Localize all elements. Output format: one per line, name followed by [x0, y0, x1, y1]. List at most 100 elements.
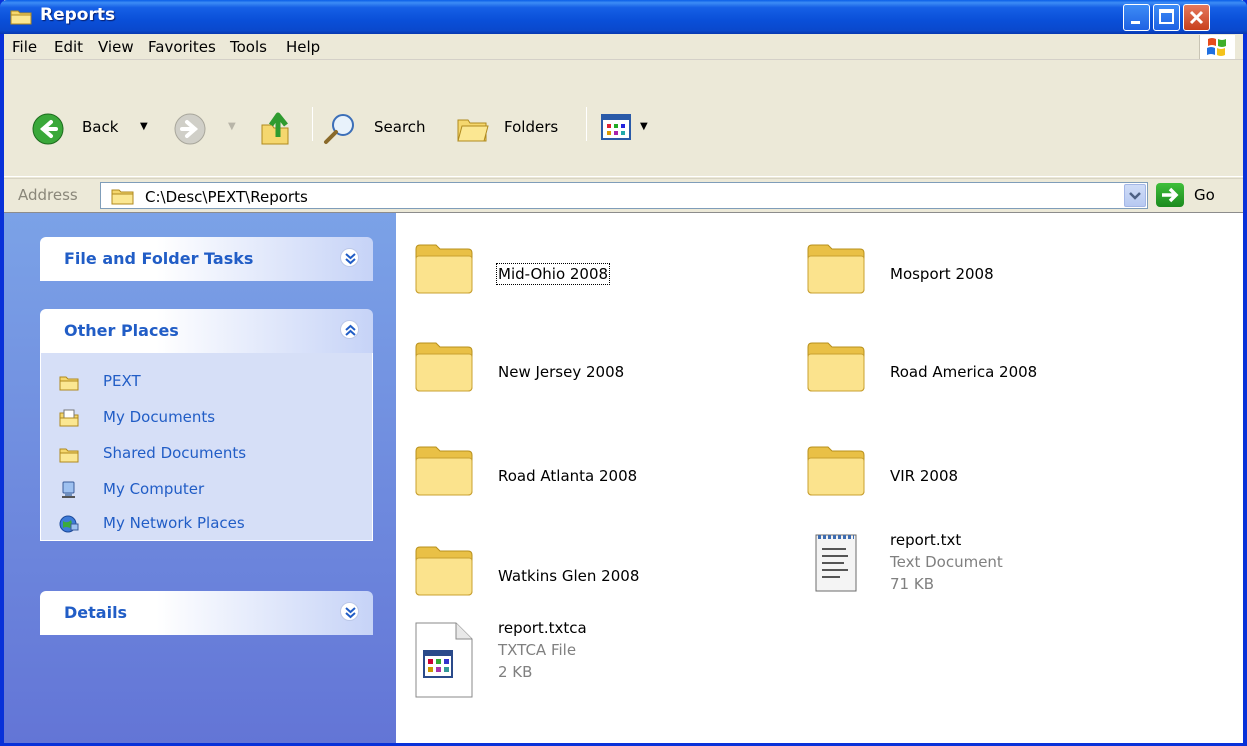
- file-name: Mid-Ohio 2008: [495, 263, 611, 285]
- address-path: C:\Desc\PEXT\Reports: [145, 188, 308, 206]
- address-bar: Address C:\Desc\PEXT\Reports Go: [4, 178, 1243, 212]
- back-dropdown-icon[interactable]: ▼: [140, 121, 148, 132]
- folder-icon: [415, 546, 473, 596]
- windows-logo: [1199, 35, 1235, 59]
- folders-icon: [457, 119, 489, 142]
- forward-dropdown-icon[interactable]: ▼: [228, 121, 236, 132]
- windows-flag-icon: [1207, 38, 1226, 56]
- double-chevron-down-icon: [345, 607, 356, 619]
- folder-icon: [415, 342, 473, 392]
- network-icon: [59, 515, 79, 533]
- menu-help[interactable]: Help: [286, 38, 320, 56]
- file-item[interactable]: report.txt Text Document 71 KB: [804, 531, 1124, 607]
- details-header[interactable]: Details: [40, 591, 373, 635]
- close-icon: [1189, 10, 1204, 25]
- folder-item[interactable]: Road Atlanta 2008: [412, 437, 732, 507]
- task-pane: File and Folder Tasks Other Places PEXT: [4, 213, 396, 743]
- panel-title: Details: [64, 603, 128, 622]
- menu-tools[interactable]: Tools: [230, 38, 267, 56]
- file-item[interactable]: report.txtca TXTCA File 2 KB: [412, 619, 732, 703]
- toolbar-separator: [312, 107, 313, 141]
- place-label: My Computer: [103, 480, 205, 498]
- go-button[interactable]: [1156, 183, 1184, 207]
- minimize-button[interactable]: [1123, 4, 1150, 31]
- close-button[interactable]: [1183, 4, 1210, 31]
- go-label[interactable]: Go: [1194, 186, 1215, 204]
- file-name: Road America 2008: [890, 363, 1038, 381]
- collapse-chevron-icon[interactable]: [340, 320, 359, 339]
- expand-chevron-icon[interactable]: [340, 248, 359, 267]
- panel-title: File and Folder Tasks: [64, 249, 254, 268]
- other-places-list: PEXT My Documents Shared Documents My Co…: [40, 353, 373, 541]
- folder-icon: [59, 376, 79, 391]
- folders-label: Folders: [504, 118, 559, 136]
- address-field[interactable]: C:\Desc\PEXT\Reports: [100, 182, 1148, 209]
- maximize-icon: [1159, 9, 1174, 24]
- file-type: Text Document: [890, 553, 1003, 571]
- back-label: Back: [82, 118, 119, 136]
- views-dropdown-icon[interactable]: ▼: [640, 121, 648, 132]
- search-button[interactable]: Search: [322, 111, 442, 147]
- folder-item[interactable]: Watkins Glen 2008: [412, 537, 732, 607]
- file-size: 71 KB: [890, 575, 934, 593]
- other-places-header[interactable]: Other Places: [40, 309, 373, 353]
- folder-icon: [807, 244, 865, 294]
- minimize-icon: [1131, 21, 1140, 24]
- my-documents-icon: [59, 409, 79, 427]
- views-icon: [601, 114, 631, 140]
- folder-icon: [415, 446, 473, 496]
- panel-title: Other Places: [64, 321, 179, 340]
- folder-item[interactable]: VIR 2008: [804, 437, 1124, 507]
- toolbar-row: Back ▼ ▼ Search Folders ▼: [4, 61, 1243, 177]
- menu-bar: File Edit View Favorites Tools Help: [4, 34, 1243, 60]
- forward-button[interactable]: ▼: [172, 111, 242, 147]
- folder-item[interactable]: New Jersey 2008: [412, 333, 732, 403]
- up-folder-icon: [261, 112, 289, 145]
- file-name: New Jersey 2008: [498, 363, 625, 381]
- folder-icon: [59, 448, 79, 463]
- menu-favorites[interactable]: Favorites: [148, 38, 216, 56]
- text-document-icon: [815, 534, 857, 592]
- file-size: 2 KB: [498, 663, 533, 681]
- expand-chevron-icon[interactable]: [340, 602, 359, 621]
- explorer-window: Reports File Edit View Favorites Tools H…: [0, 0, 1247, 746]
- folder-icon: [111, 189, 134, 205]
- go-arrow-icon: [1162, 187, 1179, 203]
- address-label: Address: [18, 186, 78, 204]
- file-name: report.txt: [890, 531, 962, 549]
- address-dropdown-button[interactable]: [1124, 184, 1146, 207]
- back-button[interactable]: Back ▼: [30, 111, 166, 147]
- main-area: File and Folder Tasks Other Places PEXT: [4, 212, 1243, 743]
- menu-view[interactable]: View: [98, 38, 134, 56]
- folders-button[interactable]: Folders: [454, 111, 574, 147]
- views-button[interactable]: ▼: [600, 113, 660, 145]
- double-chevron-down-icon: [345, 253, 356, 265]
- file-name: Mosport 2008: [890, 265, 994, 283]
- file-type: TXTCA File: [498, 641, 577, 659]
- menu-edit[interactable]: Edit: [54, 38, 83, 56]
- folder-item[interactable]: Road America 2008: [804, 333, 1124, 403]
- file-list: Mid-Ohio 2008 Mosport 2008 New Jersey 20…: [396, 213, 1243, 743]
- chevron-down-icon: [1129, 192, 1141, 200]
- window-title: Reports: [40, 5, 116, 25]
- folder-icon: [10, 10, 32, 25]
- standard-toolbar: Back ▼ ▼ Search Folders ▼: [4, 61, 1243, 179]
- txtca-file-icon: [415, 622, 473, 698]
- search-label: Search: [374, 118, 426, 136]
- menu-file[interactable]: File: [12, 38, 37, 56]
- computer-icon: [62, 481, 75, 498]
- title-bar[interactable]: Reports: [0, 0, 1247, 34]
- maximize-button[interactable]: [1153, 4, 1180, 31]
- forward-arrow-icon: [174, 113, 206, 145]
- double-chevron-up-icon: [345, 324, 356, 336]
- search-icon: [324, 114, 354, 144]
- place-label: Shared Documents: [103, 444, 247, 462]
- up-folder-button[interactable]: [256, 109, 296, 149]
- toolbar-separator: [586, 107, 587, 141]
- file-name: Watkins Glen 2008: [498, 567, 640, 585]
- place-label: My Network Places: [103, 514, 245, 532]
- folder-item[interactable]: Mid-Ohio 2008: [412, 235, 732, 305]
- folder-item[interactable]: Mosport 2008: [804, 235, 1124, 305]
- file-folder-tasks-header[interactable]: File and Folder Tasks: [40, 237, 373, 281]
- file-name: report.txtca: [498, 619, 587, 637]
